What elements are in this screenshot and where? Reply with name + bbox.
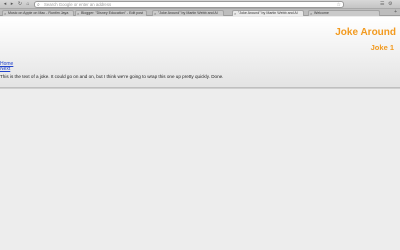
wrench-icon[interactable]: ⚙ — [388, 2, 392, 7]
tab-label: Welcome — [314, 11, 329, 15]
joke-title: Joke 1 — [370, 43, 394, 52]
tab-label: "Joke Around" by Martin Webb and Al — [238, 11, 298, 15]
address-bar[interactable]: ⌕ Search Google or enter an address ☆ — [34, 1, 344, 8]
menu-icon[interactable]: ☰ — [380, 2, 384, 7]
tab-3[interactable]: × "Joke Around" by Martin Webb and Al — [152, 10, 224, 16]
new-tab-icon[interactable]: + — [394, 10, 397, 15]
tab-label: "Joke Around" by Martin Webb and Al — [158, 11, 218, 15]
forward-button[interactable]: ▸ — [9, 2, 15, 7]
reload-button[interactable]: ↻ — [17, 2, 23, 7]
tab-close-icon[interactable]: × — [77, 11, 79, 16]
home-button[interactable]: ⌂ — [25, 2, 31, 7]
divider — [0, 87, 400, 88]
tab-4[interactable]: × "Joke Around" by Martin Webb and Al — [232, 10, 304, 16]
tab-close-icon[interactable]: × — [234, 11, 236, 16]
page-nav: Home Next — [0, 62, 13, 72]
tab-close-icon[interactable]: × — [4, 11, 6, 16]
browser-toolbar: ◂ ▸ ↻ ⌂ ⌕ Search Google or enter an addr… — [0, 0, 400, 9]
tab-close-icon[interactable]: × — [310, 11, 312, 16]
tab-label: Blogger: "Disney Education" - Edit post — [81, 11, 144, 15]
tab-strip: × Music on Apple on Mac - Runtim Jaya × … — [0, 9, 400, 16]
back-button[interactable]: ◂ — [2, 2, 8, 7]
tab-close-icon[interactable]: × — [154, 11, 156, 16]
site-title: Joke Around — [335, 27, 396, 38]
page-header: Joke Around Joke 1 Home Next This is the… — [0, 17, 400, 89]
joke-text: This is the text of a joke. It could go … — [0, 74, 224, 79]
address-placeholder: Search Google or enter an address — [44, 2, 112, 7]
next-link[interactable]: Next — [0, 67, 13, 72]
tab-1[interactable]: × Music on Apple on Mac - Runtim Jaya — [2, 10, 74, 16]
search-icon: ⌕ — [37, 2, 40, 8]
browser-window: ◂ ▸ ↻ ⌂ ⌕ Search Google or enter an addr… — [0, 0, 400, 250]
star-icon[interactable]: ☆ — [337, 2, 341, 8]
tab-label: Music on Apple on Mac - Runtim Jaya — [8, 11, 69, 15]
tab-5[interactable]: × Welcome — [308, 10, 380, 16]
page-content: Joke Around Joke 1 Home Next This is the… — [0, 17, 400, 250]
tab-2[interactable]: × Blogger: "Disney Education" - Edit pos… — [75, 10, 147, 16]
